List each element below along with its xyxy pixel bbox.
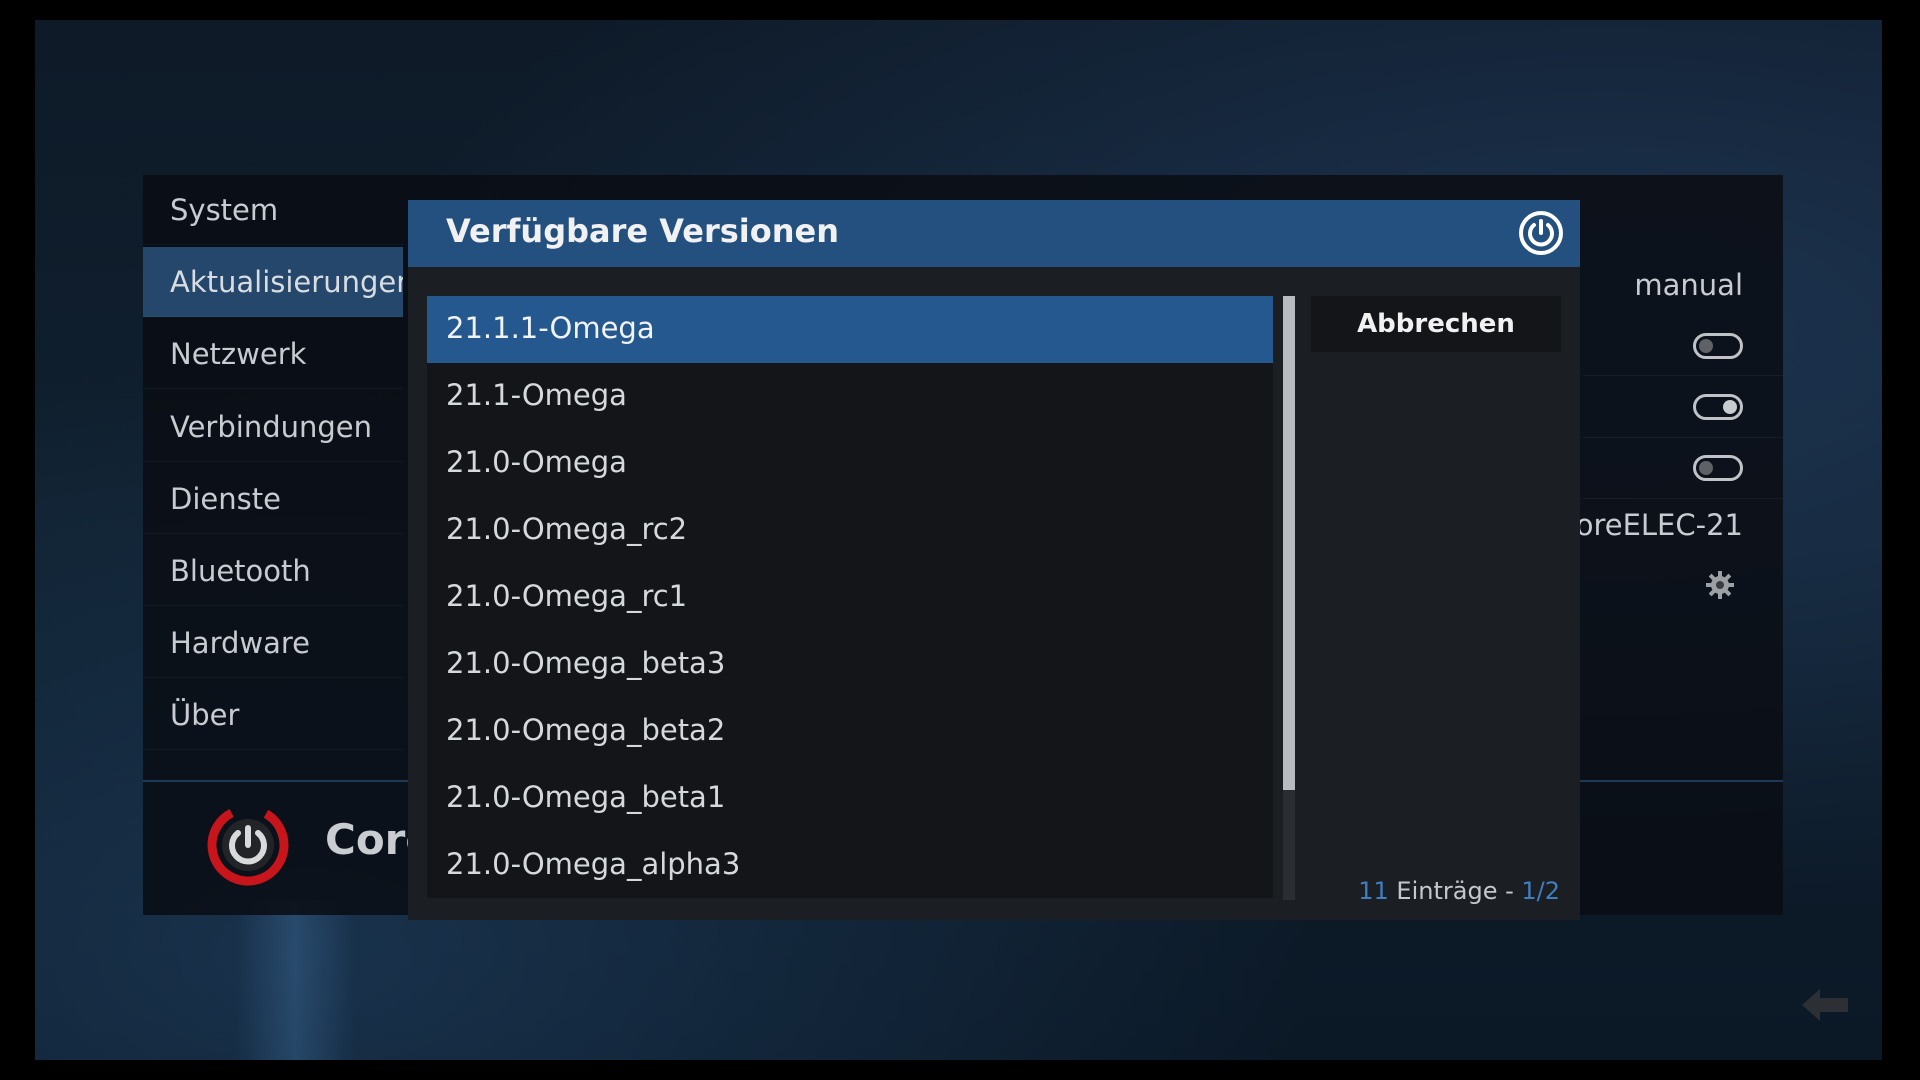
list-item[interactable]: 21.0-Omega_beta2 — [427, 698, 1273, 765]
toggle-knob — [1699, 461, 1713, 475]
toggle-1[interactable] — [1693, 333, 1743, 359]
list-item[interactable]: 21.1.1-Omega — [427, 296, 1273, 363]
dialog-title: Verfügbare Versionen — [446, 212, 839, 250]
back-arrow-icon[interactable] — [1800, 985, 1850, 1025]
sidebar-item-about[interactable]: Über — [143, 680, 403, 750]
item-count-label: Einträge - — [1388, 877, 1522, 905]
list-item[interactable]: 21.0-Omega_beta3 — [427, 631, 1273, 698]
toggle-knob — [1699, 339, 1713, 353]
sidebar-item-updates[interactable]: Aktualisierungen — [143, 247, 403, 317]
sidebar-item-bluetooth[interactable]: Bluetooth — [143, 536, 403, 606]
sidebar-item-hardware[interactable]: Hardware — [143, 608, 403, 678]
dialog-header: Verfügbare Versionen — [408, 200, 1580, 267]
item-count-page: 1/2 — [1521, 877, 1560, 905]
sidebar-item-system[interactable]: System — [143, 175, 403, 245]
list-item[interactable]: 21.0-Omega_beta1 — [427, 765, 1273, 832]
toggle-2[interactable] — [1693, 394, 1743, 420]
toggle-3[interactable] — [1693, 455, 1743, 481]
gear-icon[interactable] — [1705, 570, 1735, 600]
list-item[interactable]: 21.0-Omega_alpha3 — [427, 832, 1273, 898]
screen: System Aktualisierungen Netzwerk Verbind… — [35, 20, 1882, 1060]
list-item[interactable]: 21.0-Omega — [427, 430, 1273, 497]
item-count: 11 Einträge - 1/2 — [1358, 877, 1560, 905]
row-divider — [1583, 375, 1783, 376]
update-mode-value[interactable]: manual — [1634, 268, 1743, 302]
row-divider — [1583, 437, 1783, 438]
item-count-total: 11 — [1358, 877, 1389, 905]
settings-sidebar: System Aktualisierungen Netzwerk Verbind… — [143, 175, 403, 760]
list-item[interactable]: 21.0-Omega_rc2 — [427, 497, 1273, 564]
power-icon — [1519, 211, 1563, 255]
toggle-knob — [1723, 400, 1737, 414]
sidebar-item-network[interactable]: Netzwerk — [143, 319, 403, 389]
row-divider — [1583, 498, 1783, 499]
versions-list[interactable]: 21.1.1-Omega 21.1-Omega 21.0-Omega 21.0-… — [427, 296, 1273, 898]
cancel-button[interactable]: Abbrechen — [1311, 296, 1561, 352]
coreelec-logo-icon — [207, 804, 289, 886]
sidebar-item-connections[interactable]: Verbindungen — [143, 392, 403, 462]
scrollbar-thumb[interactable] — [1283, 296, 1295, 790]
list-item[interactable]: 21.1-Omega — [427, 363, 1273, 430]
update-channel-value[interactable]: CoreELEC-21 — [1555, 508, 1743, 542]
scrollbar[interactable] — [1283, 296, 1295, 900]
background-light-streak — [235, 900, 355, 1060]
list-item[interactable]: 21.0-Omega_rc1 — [427, 564, 1273, 631]
sidebar-item-services[interactable]: Dienste — [143, 464, 403, 534]
versions-dialog: Verfügbare Versionen 21.1.1-Omega 21.1-O… — [408, 200, 1580, 920]
